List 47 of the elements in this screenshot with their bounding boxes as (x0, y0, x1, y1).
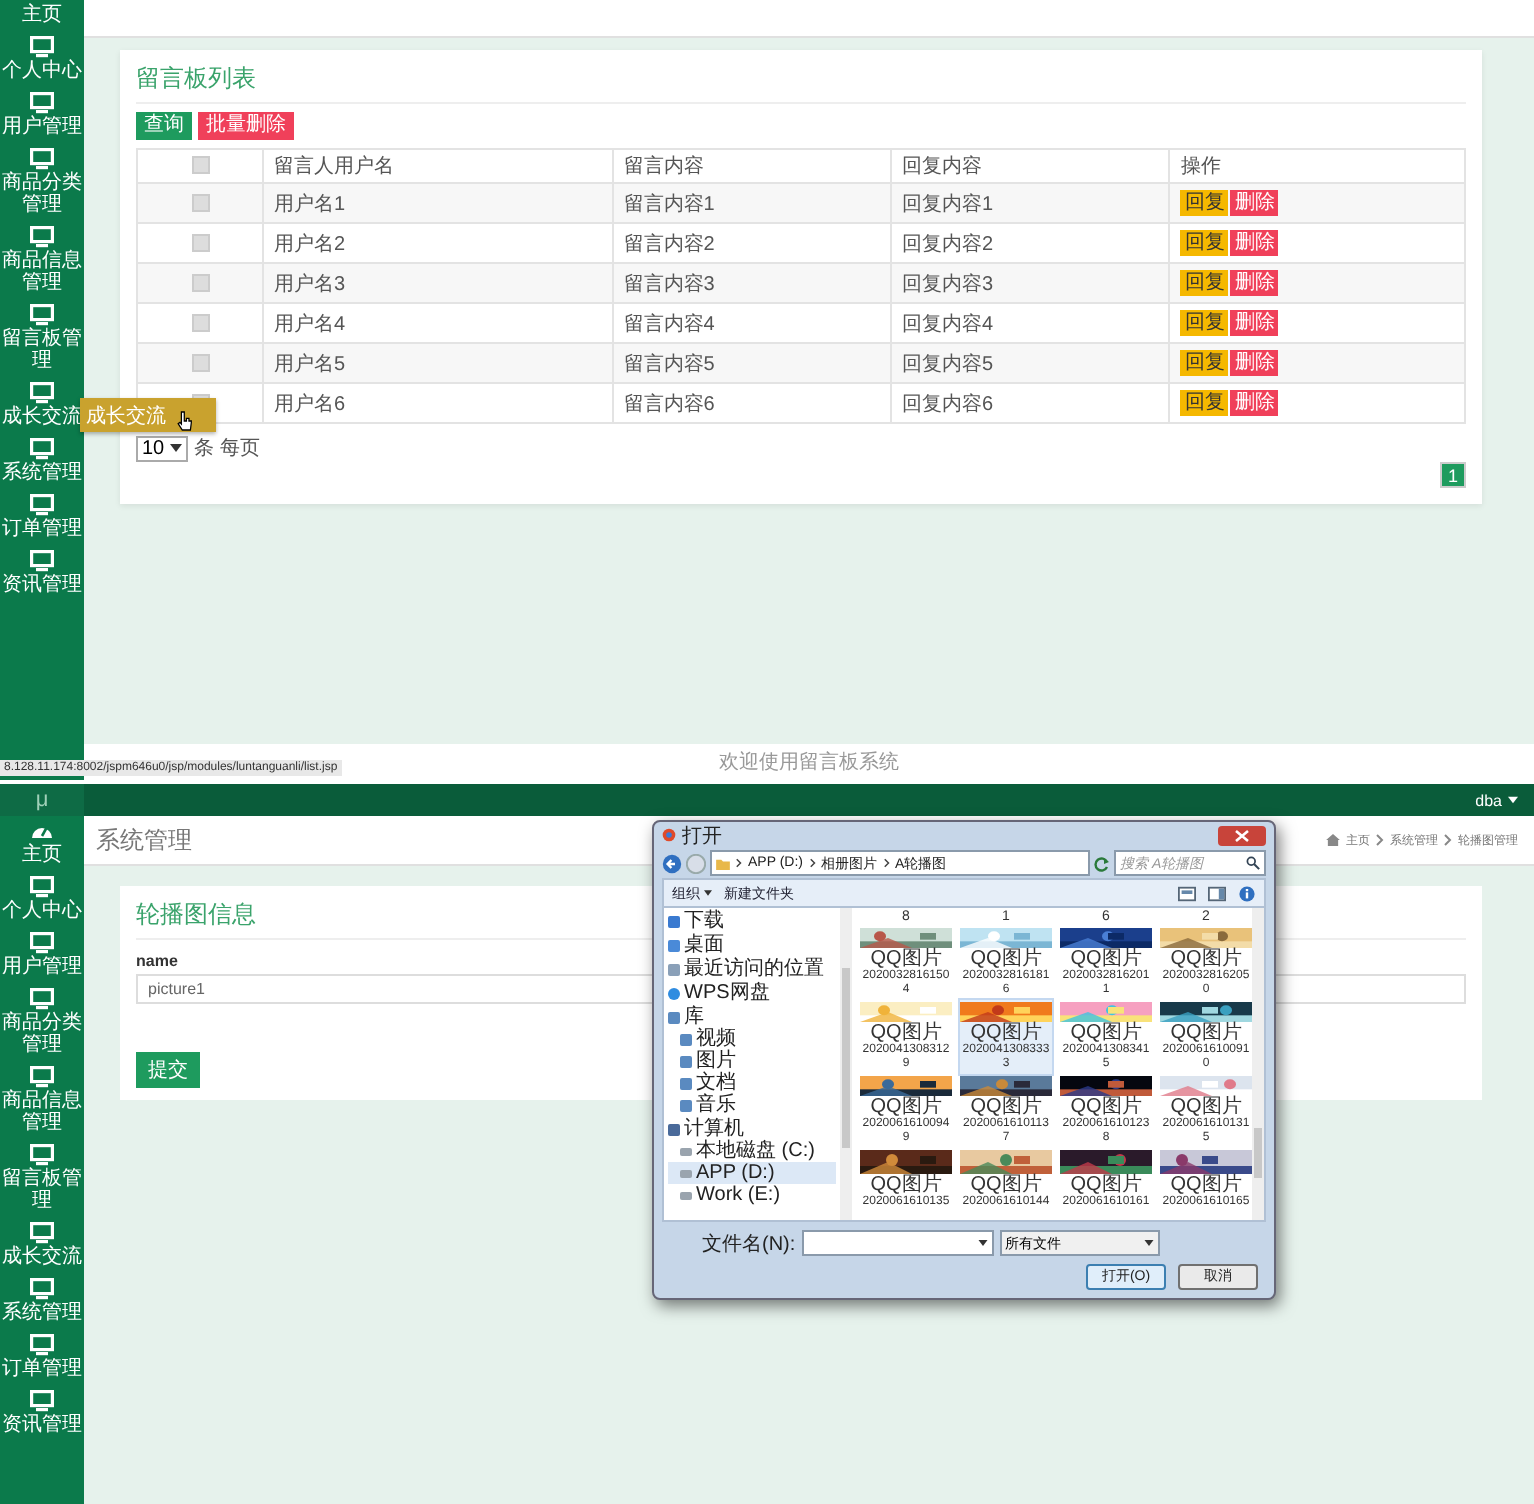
dialog-title: 打开 (682, 823, 722, 849)
table-cell: 留言内容5 (623, 353, 715, 375)
table-cell: 回复内容2 (902, 233, 994, 255)
tooltip-text: 成长交流 (86, 403, 166, 429)
column-header: 操作 (1180, 156, 1221, 178)
file-name: QQ图片 (870, 1096, 942, 1118)
file-name: QQ图片 (1070, 1096, 1142, 1118)
table-cell: 用户名2 (274, 233, 346, 255)
file-name: QQ图片 (1170, 1022, 1242, 1044)
filename-label: 文件名(N): (702, 1231, 796, 1257)
file-name: QQ图片 (970, 1096, 1042, 1118)
table-cell: 用户名3 (274, 273, 346, 295)
column-header: 回复内容 (902, 156, 983, 178)
file-name: QQ图片 (1170, 1096, 1242, 1118)
table-cell: 留言内容3 (623, 273, 715, 295)
table-cell: 留言内容6 (623, 393, 715, 415)
file-name: QQ图片 (970, 1022, 1042, 1044)
table-cell: 用户名5 (274, 353, 346, 375)
file-name: QQ图片 (1070, 948, 1142, 970)
table-cell: 回复内容6 (902, 393, 994, 415)
table-cell: 用户名6 (274, 393, 346, 415)
footer-text: 欢迎使用留言板系统 (719, 749, 899, 776)
column-header: 留言人用户名 (274, 156, 394, 178)
table-cell: 留言内容2 (623, 233, 715, 255)
table-cell: 用户名4 (274, 313, 346, 335)
table-cell: 回复内容1 (902, 193, 994, 215)
table-cell: 留言内容4 (623, 313, 715, 335)
file-name: QQ图片 (870, 1022, 942, 1044)
page-title: 系统管理 (96, 823, 192, 857)
file-name: QQ图片 (970, 1174, 1042, 1196)
column-header: 留言内容 (623, 156, 704, 178)
file-name: QQ图片 (1170, 1174, 1242, 1196)
field-label: name (136, 952, 178, 970)
table-cell: 回复内容3 (902, 273, 994, 295)
page-size-label: 条 每页 (194, 436, 260, 462)
table-cell: 回复内容5 (902, 353, 994, 375)
file-name: QQ图片 (1070, 1022, 1142, 1044)
table-cell: 用户名1 (274, 193, 346, 215)
file-name: QQ图片 (970, 948, 1042, 970)
file-name: QQ图片 (1070, 1174, 1142, 1196)
card-title: 留言板列表 (136, 62, 1466, 104)
file-name: QQ图片 (870, 948, 942, 970)
file-name: QQ图片 (1170, 948, 1242, 970)
table-cell: 回复内容4 (902, 313, 994, 335)
table-cell: 留言内容1 (623, 193, 715, 215)
file-name: QQ图片 (870, 1174, 942, 1196)
logo: μ (0, 784, 84, 816)
